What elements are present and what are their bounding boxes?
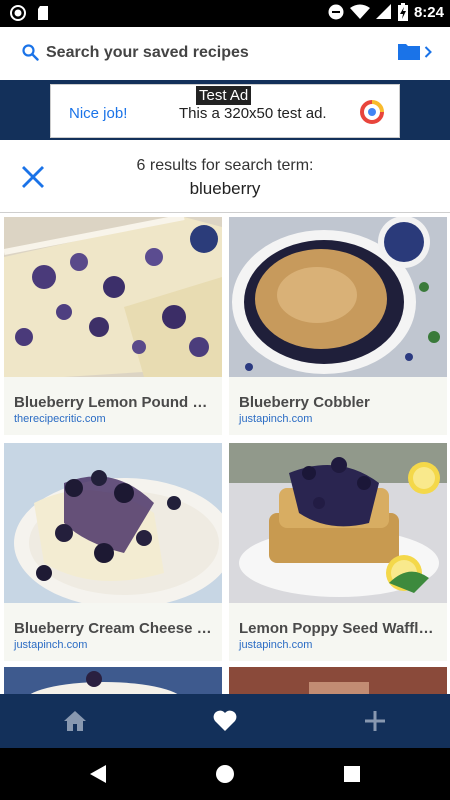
recipe-card[interactable]: [229, 667, 447, 694]
recipe-title: Blueberry Lemon Pound C...: [14, 394, 214, 411]
test-ad-label: Test Ad: [196, 86, 252, 105]
home-button[interactable]: [213, 762, 237, 786]
back-icon: [90, 765, 106, 783]
search-term: blueberry: [189, 179, 261, 198]
recipe-image: [4, 217, 222, 377]
battery-charging-icon: [397, 3, 408, 21]
recipe-card[interactable]: Blueberry Lemon Pound C... therecipecrit…: [4, 217, 222, 435]
add-icon: [365, 711, 385, 731]
chevron-right-icon: [424, 45, 432, 58]
recipe-source: justapinch.com: [239, 413, 313, 425]
ad-nice-text: Nice job!: [69, 105, 128, 122]
recipe-source: justapinch.com: [239, 639, 313, 651]
home-icon: [64, 711, 86, 731]
recipe-image: [4, 667, 222, 694]
recipe-image: [229, 667, 447, 694]
results-header: 6 results for search term: blueberry: [0, 140, 450, 213]
ad-text: This a 320x50 test ad.: [179, 105, 327, 122]
recipe-source: therecipecritic.com: [14, 413, 106, 425]
do-not-disturb-icon: [328, 4, 344, 20]
search-bar[interactable]: Search your saved recipes: [0, 27, 450, 80]
home-circle-icon: [216, 765, 234, 783]
recents-button[interactable]: [340, 762, 364, 786]
recipe-card[interactable]: [4, 667, 222, 694]
nav-saved[interactable]: [150, 694, 300, 748]
recipe-image: [4, 443, 222, 603]
search-icon: [22, 44, 39, 61]
recipe-title: Blueberry Cream Cheese F...: [14, 620, 214, 637]
recipe-grid[interactable]: Blueberry Lemon Pound C... therecipecrit…: [0, 214, 450, 694]
nav-add[interactable]: [300, 694, 450, 748]
wifi-icon: [349, 4, 370, 19]
recipe-title: Blueberry Cobbler: [239, 394, 370, 411]
sd-card-icon: [38, 6, 48, 20]
recipe-image: [229, 443, 447, 603]
recipe-image: [229, 217, 447, 377]
folder-icon: [398, 44, 420, 60]
results-count: 6 results for search term:: [136, 157, 314, 174]
back-button[interactable]: [86, 762, 110, 786]
search-input[interactable]: Search your saved recipes: [46, 44, 249, 62]
ad-logo-icon: [360, 100, 384, 124]
bottom-navigation: [0, 694, 450, 748]
recipe-title: Lemon Poppy Seed Waffle...: [239, 620, 439, 637]
folder-button[interactable]: [397, 42, 432, 61]
signal-icon: [375, 4, 391, 19]
recents-icon: [344, 766, 360, 782]
recipe-card[interactable]: Blueberry Cobbler justapinch.com: [229, 217, 447, 435]
recipe-source: justapinch.com: [14, 639, 88, 651]
status-bar: 8:24: [0, 0, 450, 27]
status-time: 8:24: [413, 3, 444, 21]
nav-home[interactable]: [0, 694, 150, 748]
recipe-card[interactable]: Lemon Poppy Seed Waffle... justapinch.co…: [229, 443, 447, 661]
system-navigation-bar: [0, 748, 450, 800]
heart-icon: [213, 710, 237, 731]
record-icon: [10, 5, 26, 21]
recipe-card[interactable]: Blueberry Cream Cheese F... justapinch.c…: [4, 443, 222, 661]
